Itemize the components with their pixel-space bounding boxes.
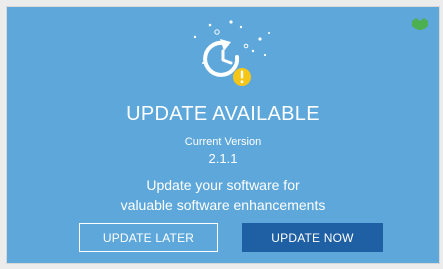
green-badge-icon — [412, 18, 428, 30]
update-dialog: UPDATE AVAILABLE Current Version 2.1.1 U… — [7, 7, 439, 263]
dialog-title: UPDATE AVAILABLE — [126, 103, 320, 125]
update-message: Update your software for valuable softwa… — [7, 175, 439, 215]
message-line-2: valuable software enhancements — [120, 197, 326, 213]
message-line-1: Update your software for — [146, 177, 300, 193]
update-later-button[interactable]: UPDATE LATER — [79, 223, 218, 252]
version-label: Current Version — [184, 136, 262, 148]
version-value: 2.1.1 — [208, 151, 238, 166]
update-now-button[interactable]: UPDATE NOW — [242, 223, 383, 252]
update-clock-warning-icon — [193, 20, 270, 86]
